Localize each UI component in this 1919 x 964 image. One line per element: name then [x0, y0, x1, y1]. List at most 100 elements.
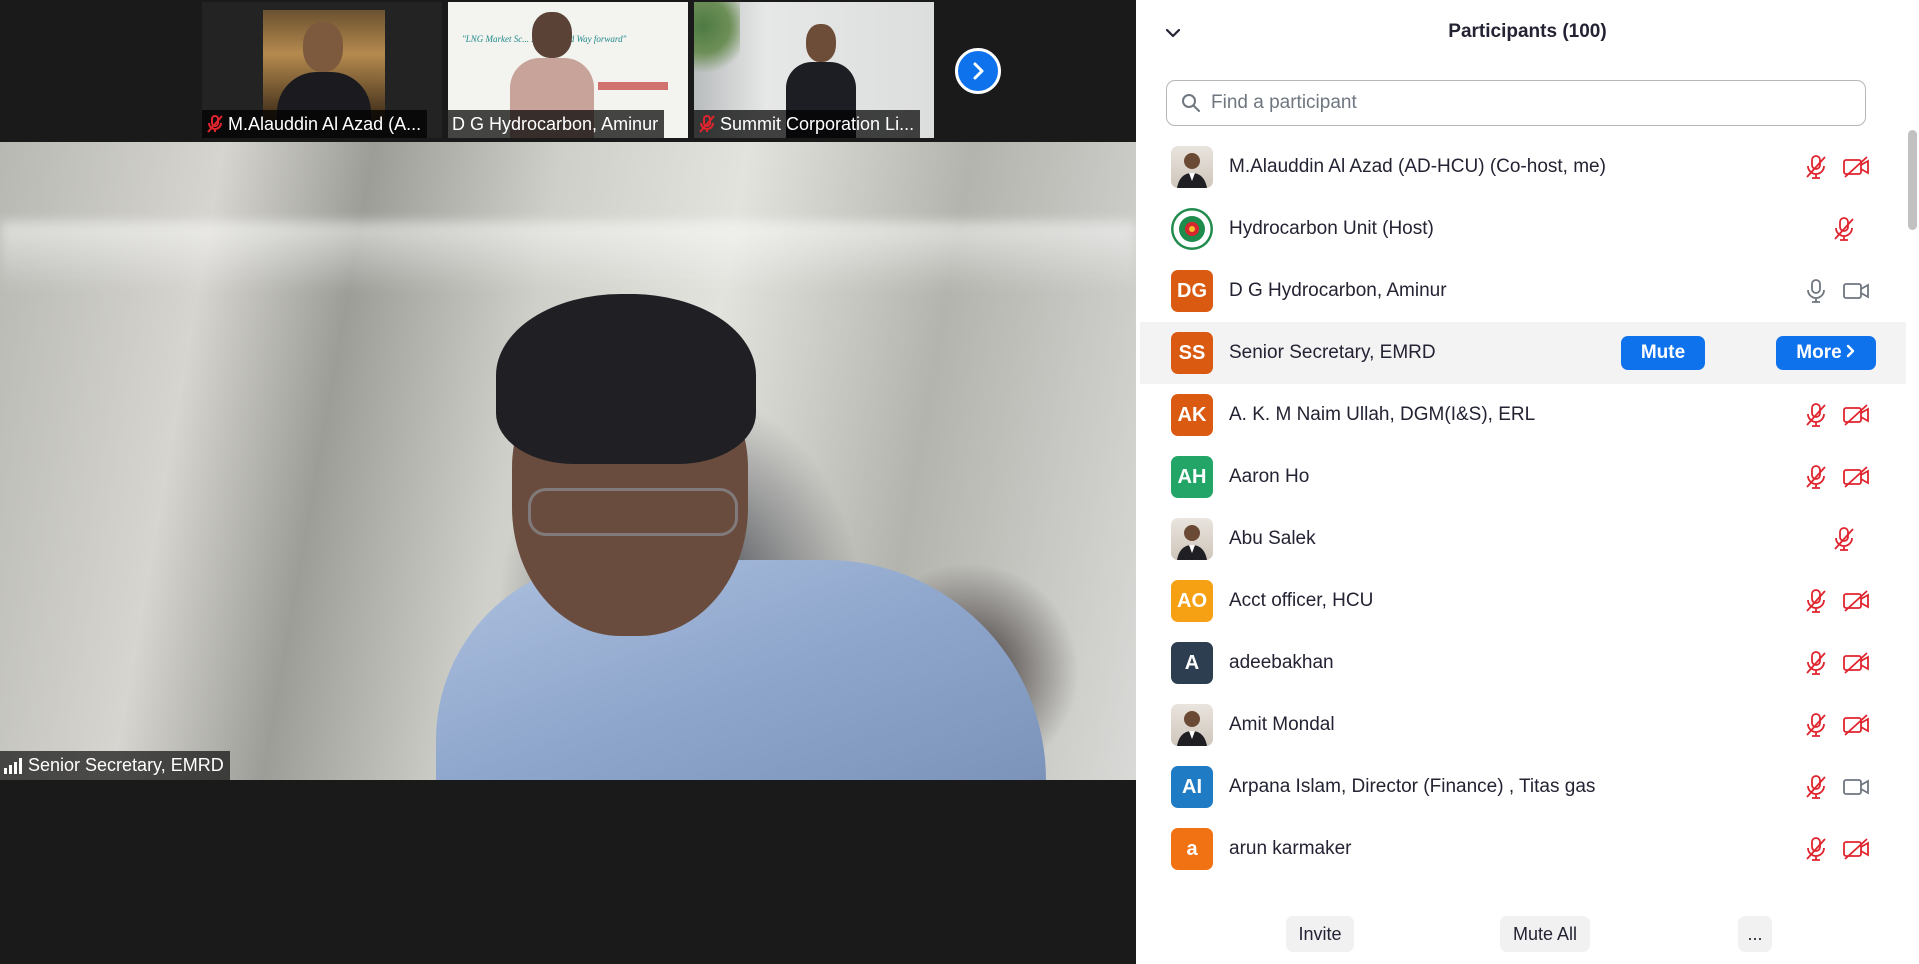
search-input[interactable] — [1209, 91, 1853, 115]
person-photo-icon — [1177, 711, 1207, 746]
participant-name: Amit Mondal — [1229, 714, 1335, 735]
signal-strength-icon — [4, 757, 22, 774]
participant-status-icons — [1804, 712, 1870, 738]
mic-icon — [1807, 279, 1825, 303]
participant-name: Abu Salek — [1229, 528, 1316, 549]
emblem-avatar — [1171, 208, 1213, 250]
mic-muted-icon — [1806, 589, 1826, 613]
thumbnail-nameplate: D G Hydrocarbon, Aminur — [448, 110, 665, 138]
participant-row[interactable]: M.Alauddin Al Azad (AD-HCU) (Co-host, me… — [1136, 136, 1906, 198]
participant-row[interactable]: Amit Mondal — [1136, 694, 1906, 756]
video-off-icon — [1843, 590, 1869, 612]
mic-muted-icon — [1806, 403, 1826, 427]
mic-muted-icon — [699, 115, 715, 133]
mic-muted-icon — [1806, 837, 1826, 861]
participant-name: Hydrocarbon Unit (Host) — [1229, 218, 1434, 239]
more-participant-button[interactable]: More — [1776, 336, 1876, 370]
participant-name: D G Hydrocarbon, Aminur — [1229, 280, 1447, 301]
participant-name: adeebakhan — [1229, 652, 1334, 673]
video-off-icon — [1843, 156, 1869, 178]
mic-muted-icon — [1806, 713, 1826, 737]
participant-name: Acct officer, HCU — [1229, 590, 1374, 611]
panel-footer: Invite Mute All ... — [1136, 890, 1919, 964]
video-thumbnail[interactable]: Summit Corporation Li... — [694, 2, 934, 138]
video-icon — [1843, 779, 1869, 795]
participant-list: M.Alauddin Al Azad (AD-HCU) (Co-host, me… — [1136, 136, 1906, 890]
mic-muted-icon — [1806, 775, 1826, 799]
person-photo-icon — [1177, 525, 1207, 560]
mute-button-label: Mute — [1640, 342, 1686, 363]
invite-button[interactable]: Invite — [1286, 916, 1354, 952]
mic-muted-icon — [1834, 217, 1854, 241]
participant-row[interactable]: Abu Salek — [1136, 508, 1906, 570]
participant-row[interactable]: Hydrocarbon Unit (Host) — [1136, 198, 1906, 260]
next-page-button[interactable] — [955, 48, 1001, 94]
video-off-icon — [1843, 466, 1869, 488]
participant-status-icons — [1804, 154, 1870, 180]
chevron-right-icon — [973, 62, 984, 80]
search-box — [1166, 80, 1866, 126]
active-speaker-video — [0, 142, 1136, 780]
panel-title: Participants (100) — [1448, 21, 1607, 42]
avatar-initials: AH — [1171, 456, 1213, 498]
avatar-photo — [1171, 704, 1213, 746]
avatar-photo — [1171, 146, 1213, 188]
thumbnail-name: M.Alauddin Al Azad (A... — [228, 114, 422, 134]
participant-status-icons — [1804, 278, 1870, 304]
participant-name: A. K. M Naim Ullah, DGM(I&S), ERL — [1229, 404, 1536, 425]
mic-muted-icon — [1806, 651, 1826, 675]
speaker-name: Senior Secretary, EMRD — [28, 755, 224, 775]
more-button-label: More — [1796, 342, 1842, 363]
video-off-icon — [1843, 404, 1869, 426]
participant-name: Senior Secretary, EMRD — [1229, 342, 1436, 363]
participant-status-icons — [1832, 526, 1870, 552]
participant-row[interactable]: AK A. K. M Naim Ullah, DGM(I&S), ERL — [1136, 384, 1906, 446]
search-icon — [1182, 94, 1200, 112]
person-photo-icon — [1177, 153, 1207, 188]
chevron-right-icon — [1846, 342, 1856, 364]
avatar-initials: AI — [1171, 766, 1213, 808]
mic-muted-icon — [1806, 155, 1826, 179]
participant-name: M.Alauddin Al Azad (AD-HCU) (Co-host, me… — [1229, 156, 1606, 177]
participant-row[interactable]: AO Acct officer, HCU — [1136, 570, 1906, 632]
participant-name: Arpana Islam, Director (Finance) , Titas… — [1229, 776, 1596, 797]
slide-decoration — [598, 82, 668, 90]
scrollbar-thumb[interactable] — [1908, 130, 1917, 230]
participant-row[interactable]: DG D G Hydrocarbon, Aminur — [1136, 260, 1906, 322]
participant-row[interactable]: AH Aaron Ho — [1136, 446, 1906, 508]
video-thumbnail[interactable]: "LNG Market Sc... ...enges and Way forwa… — [448, 2, 688, 138]
mic-muted-icon — [207, 115, 223, 133]
mute-participant-button[interactable]: Mute — [1621, 336, 1705, 370]
participant-name: Aaron Ho — [1229, 466, 1310, 487]
participant-row[interactable]: Aadeebakhan — [1136, 632, 1906, 694]
participant-row[interactable]: SS Senior Secretary, EMRD Mute More — [1140, 322, 1906, 384]
participant-status-icons — [1804, 836, 1870, 862]
thumbnail-name: D G Hydrocarbon, Aminur — [452, 114, 659, 134]
thumbnail-nameplate: Summit Corporation Li... — [694, 110, 921, 138]
participant-status-icons — [1804, 650, 1870, 676]
thumbnail-name: Summit Corporation Li... — [720, 114, 915, 134]
thumbnail-nameplate: M.Alauddin Al Azad (A... — [202, 110, 428, 138]
meeting-area: M.Alauddin Al Azad (A... "LNG Market Sc.… — [0, 0, 1136, 964]
video-off-icon — [1843, 714, 1869, 736]
thumbnail-strip: M.Alauddin Al Azad (A... "LNG Market Sc.… — [0, 0, 1136, 142]
speaker-nameplate: Senior Secretary, EMRD — [0, 751, 230, 780]
participant-status-icons — [1804, 402, 1870, 428]
participant-row[interactable]: AI Arpana Islam, Director (Finance) , Tit… — [1136, 756, 1906, 818]
video-icon — [1843, 283, 1869, 299]
more-options-button[interactable]: ... — [1738, 916, 1772, 952]
mic-muted-icon — [1834, 527, 1854, 551]
participant-status-icons — [1804, 774, 1870, 800]
avatar-photo — [1171, 518, 1213, 560]
mic-muted-icon — [1806, 465, 1826, 489]
avatar-initials: AO — [1171, 580, 1213, 622]
avatar-initials: AK — [1171, 394, 1213, 436]
mute-all-button[interactable]: Mute All — [1500, 916, 1590, 952]
government-emblem-icon — [1171, 208, 1213, 250]
participant-row[interactable]: a arun karmaker — [1136, 818, 1906, 880]
avatar-initials: DG — [1171, 270, 1213, 312]
video-thumbnail[interactable]: M.Alauddin Al Azad (A... — [202, 2, 442, 138]
avatar-initials: A — [1171, 642, 1213, 684]
panel-header: Participants (100) — [1136, 0, 1919, 66]
avatar-initials: SS — [1171, 332, 1213, 374]
